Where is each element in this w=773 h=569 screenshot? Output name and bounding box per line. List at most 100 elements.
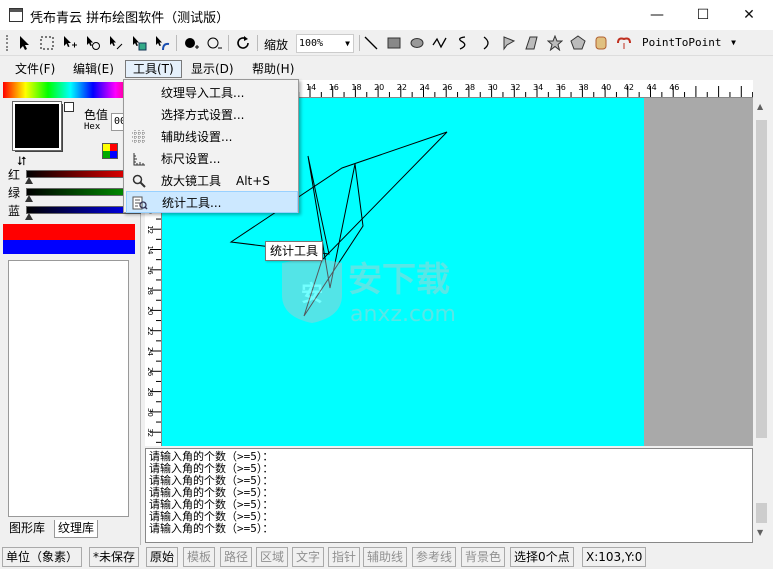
menu-item-texture-import[interactable]: 纹理导入工具... [126,82,298,104]
ruler-label: 18 [351,83,361,92]
status-original[interactable]: 原始 [146,547,179,567]
close-button[interactable]: ✕ [726,0,772,30]
red-thumb[interactable] [25,177,33,184]
maximize-button[interactable]: ☐ [680,0,726,30]
recent-color-bar-2[interactable] [3,240,135,254]
polygon-tool-icon[interactable] [568,33,588,53]
menu-item-label: 放大镜工具 [161,174,222,188]
status-region[interactable]: 区域 [256,547,289,567]
status-guide[interactable]: 辅助线 [363,547,408,567]
ruler-icon [131,151,147,167]
refresh-icon[interactable] [233,33,253,53]
heart-tool-icon[interactable] [614,33,634,53]
menu-view[interactable]: 显示(D) [184,60,241,78]
menu-help[interactable]: 帮助(H) [245,60,301,78]
tab-shapes-library[interactable]: 图形库 [6,520,48,538]
ruler-label: 30 [146,408,154,417]
marquee-select-icon[interactable] [37,33,57,53]
library-list[interactable] [8,260,129,517]
ruler-label: 16 [146,266,154,275]
status-reference[interactable]: 参考线 [412,547,457,567]
status-path[interactable]: 路径 [220,547,253,567]
ruler-label: 28 [465,83,475,92]
magnifier-icon [131,173,147,189]
command-log[interactable]: 请输入角的个数（>=5）： 请输入角的个数（>=5）： 请输入角的个数（>=5）… [145,448,753,543]
watermark-domain: anxz.com [350,302,456,325]
title-bar: 凭布青云 拼布绘图软件（测试版） — ☐ ✕ [0,0,773,30]
add-point-icon[interactable] [181,33,201,53]
zoom-select[interactable]: 100% ▼ [296,34,354,53]
menu-tools[interactable]: 工具(T) [125,60,182,78]
scrollbar-thumb[interactable] [756,120,767,438]
ruler-label: 40 [601,83,611,92]
log-line: 请输入角的个数（>=5）： [149,522,274,535]
reset-colors-icon[interactable] [64,102,74,112]
minimize-button[interactable]: — [634,0,680,30]
status-template[interactable]: 模板 [183,547,216,567]
red-label: 红 [8,168,21,182]
draw-mode-select[interactable]: PointToPoint ▼ [640,34,740,53]
ellipse-tool-icon[interactable] [407,33,427,53]
move-point-icon[interactable] [60,33,80,53]
ruler-label: 16 [329,83,339,92]
status-unit: 单位（象素） [2,547,83,567]
menu-item-guide-settings[interactable]: 辅助线设置... [126,126,298,148]
ruler-label: 14 [146,246,154,255]
parallelogram-tool-icon[interactable] [522,33,542,53]
app-icon [9,8,23,22]
connect-tool-icon[interactable] [152,33,172,53]
ruler-label: 30 [488,83,498,92]
ruler-label: 18 [146,286,154,295]
node-tool-icon[interactable] [106,33,126,53]
pointer-icon[interactable] [14,33,34,53]
menu-item-shortcut: Alt+S [236,174,270,188]
rounded-rect-tool-icon[interactable] [591,33,611,53]
log-scrollbar-thumb[interactable] [756,503,767,523]
foreground-color-swatch[interactable] [12,101,62,151]
bezier-tool-icon[interactable] [453,33,473,53]
remove-point-icon[interactable] [204,33,224,53]
line-tool-icon[interactable] [361,33,381,53]
watermark-title: 安下载 [348,260,450,300]
scroll-down-icon[interactable]: ▼ [757,528,763,537]
status-text[interactable]: 文字 [292,547,325,567]
scroll-up-icon[interactable]: ▲ [757,102,763,111]
blue-label: 蓝 [8,204,21,218]
menu-item-statistics[interactable]: 统计工具... [126,191,298,213]
polyline-tool-icon[interactable] [430,33,450,53]
color-spectrum[interactable] [3,82,138,98]
tab-texture-library[interactable]: 纹理库 [54,520,99,538]
recent-color-bar[interactable] [3,224,135,240]
ruler-label: 24 [146,347,154,356]
green-label: 绿 [8,186,21,200]
hex-label: 色值 [84,108,109,122]
ruler-label: 12 [146,225,154,234]
log-scrollbar[interactable]: ▼ [753,448,770,543]
curve-tool-icon[interactable] [83,33,103,53]
toolbar-grip[interactable] [6,35,9,51]
ruler-label: 32 [510,83,520,92]
flag-shape-icon[interactable] [499,33,519,53]
menu-item-label: 辅助线设置... [161,130,233,144]
menu-edit[interactable]: 编辑(E) [66,60,121,78]
menu-file[interactable]: 文件(F) [8,60,62,78]
fill-tool-icon[interactable] [129,33,149,53]
status-unsaved: *未保存 [89,547,140,567]
palette-icon[interactable] [102,143,118,159]
canvas-vertical-scrollbar[interactable]: ▲ [753,98,770,446]
tools-dropdown-menu: 纹理导入工具... 选择方式设置... 辅助线设置... 标尺设置... 放大镜… [123,79,299,213]
ruler-label: 32 [146,428,154,437]
menu-item-ruler-settings[interactable]: 标尺设置... [126,148,298,170]
arc-tool-icon[interactable] [476,33,496,53]
menu-item-selection-mode[interactable]: 选择方式设置... [126,104,298,126]
blue-thumb[interactable] [25,213,33,220]
status-pointer[interactable]: 指针 [328,547,361,567]
left-panel: ⮃ 色值 Hex 000000 红 绿 蓝 图形库 纹理库 [0,80,141,545]
status-background[interactable]: 背景色 [461,547,506,567]
green-thumb[interactable] [25,195,33,202]
star-tool-icon[interactable] [545,33,565,53]
ruler-label: 46 [669,83,679,92]
rectangle-tool-icon[interactable] [384,33,404,53]
ruler-label: 44 [647,83,657,92]
menu-item-magnifier[interactable]: 放大镜工具 Alt+S [126,170,298,192]
